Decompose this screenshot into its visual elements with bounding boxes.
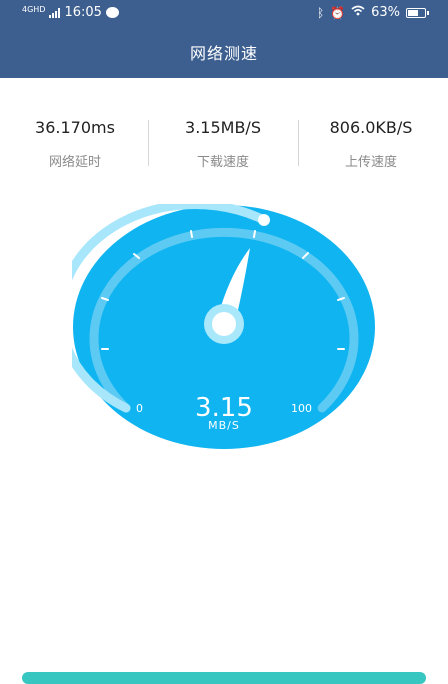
battery-icon (406, 7, 429, 18)
signal-icon (49, 7, 61, 18)
gauge-hub (212, 312, 236, 336)
alarm-icon: ⏰ (330, 5, 346, 20)
upload-value: 806.0KB/S (329, 118, 413, 137)
stat-download: 3.15MB/S 下载速度 (148, 112, 298, 170)
status-right: ᛒ ⏰ 63% (316, 5, 429, 20)
stat-latency: 36.170ms 网络延时 (0, 112, 150, 170)
latency-value: 36.170ms (35, 118, 115, 137)
message-icon (105, 2, 119, 18)
wifi-icon (351, 5, 365, 20)
speed-gauge: 0 100 3.15 MB/S (72, 204, 375, 449)
speed-stats: 36.170ms 网络延时 3.15MB/S 下载速度 806.0KB/S 上传… (0, 112, 448, 172)
download-value: 3.15MB/S (185, 118, 261, 137)
start-test-button[interactable] (22, 672, 426, 684)
app-header: 4GHD 16:05 ᛒ ⏰ 63% 网络测速 (0, 0, 448, 78)
bluetooth-icon: ᛒ (316, 5, 325, 20)
upload-label: 上传速度 (344, 155, 397, 170)
status-bar: 4GHD 16:05 ᛒ ⏰ 63% (0, 0, 448, 26)
latency-label: 网络延时 (48, 155, 101, 170)
gauge-max-label: 100 (291, 402, 312, 415)
battery-percent: 63% (371, 5, 400, 20)
page-title: 网络测速 (189, 44, 258, 63)
gauge-min-label: 0 (136, 402, 143, 415)
stat-upload: 806.0KB/S 上传速度 (296, 112, 446, 170)
download-label: 下载速度 (196, 155, 249, 170)
network-type: 4GHD (22, 4, 46, 14)
status-time: 16:05 (64, 5, 102, 20)
status-left: 4GHD 16:05 (22, 2, 119, 20)
gauge-unit: MB/S (208, 419, 240, 432)
gauge-progress-glow (258, 214, 270, 226)
